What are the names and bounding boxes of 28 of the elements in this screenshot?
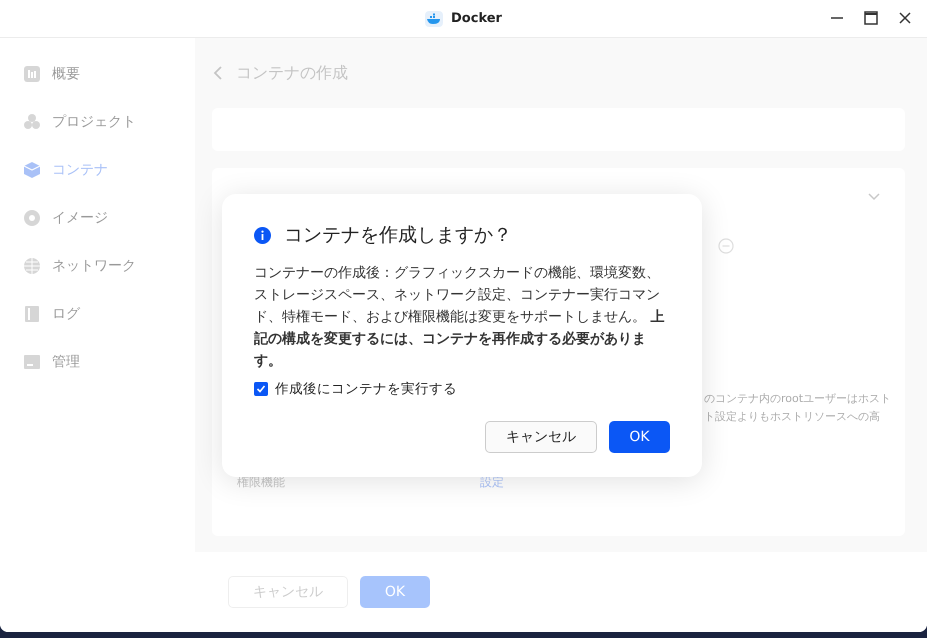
- cubes-icon: [23, 113, 41, 131]
- checkbox-label: 作成後にコンテナを実行する: [275, 380, 457, 398]
- ok-button[interactable]: OK: [360, 576, 430, 608]
- sidebar-item[interactable]: プロジェクト: [0, 108, 195, 136]
- setting-label: 権限機能: [237, 474, 286, 491]
- sidebar-item[interactable]: 概要: [0, 60, 195, 88]
- sidebar-item[interactable]: イメージ: [0, 204, 195, 232]
- whale-icon: [425, 10, 444, 26]
- chart-icon: [23, 65, 41, 83]
- settings-link[interactable]: 設定: [480, 474, 504, 491]
- description-text: ト設定よりもホストリソースへの高: [704, 409, 881, 425]
- sidebar-item[interactable]: 管理: [0, 348, 195, 376]
- panel-icon: [23, 353, 41, 371]
- sidebar-item[interactable]: コンテナ: [0, 156, 195, 184]
- dialog-message: コンテナーの作成後：グラフィックスカードの機能、環境変数、ストレージスペース、ネットワーク設定、コンテナー実行コマンド、特権モード、および権限機能は変更をサポートしません。 上記の構成を変更するには、コンテナを再作成する必要があります。: [254, 264, 666, 371]
- cube-icon: [23, 161, 41, 179]
- ok-button[interactable]: OK: [609, 421, 670, 453]
- description-text: のコンテナ内のrootユーザーはホスト: [704, 391, 892, 407]
- sidebar-item[interactable]: ネットワーク: [0, 252, 195, 280]
- sidebar-item[interactable]: ログ: [0, 300, 195, 328]
- disc-icon: [23, 209, 41, 227]
- dialog-title: コンテナを作成しますか？: [284, 223, 512, 248]
- window-title: Docker: [451, 11, 502, 26]
- checkbox[interactable]: [254, 382, 268, 396]
- globe-icon: [23, 257, 41, 275]
- info-icon: [254, 226, 271, 244]
- cancel-button[interactable]: キャンセル: [485, 421, 597, 453]
- book-icon: [23, 305, 41, 323]
